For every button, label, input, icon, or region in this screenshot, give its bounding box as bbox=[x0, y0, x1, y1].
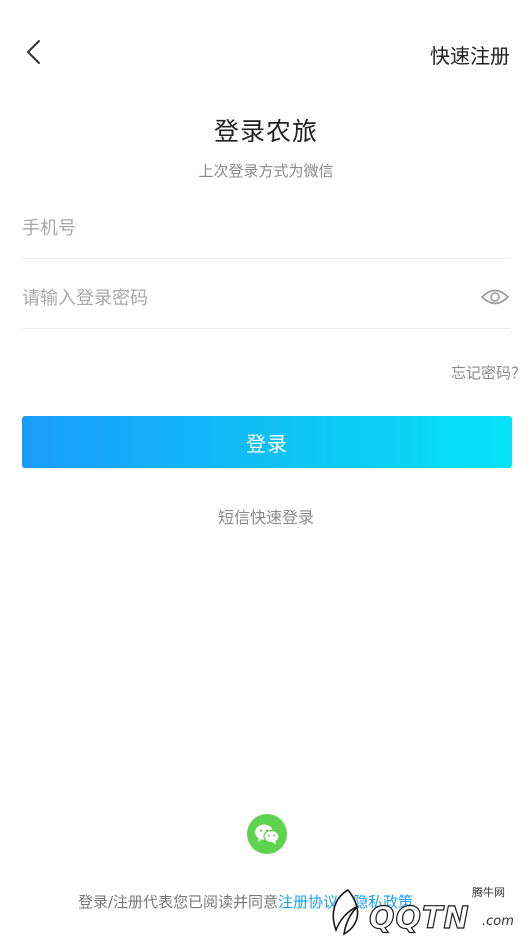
password-field-row bbox=[22, 268, 510, 329]
wechat-login-button[interactable] bbox=[247, 814, 287, 854]
phone-field-row bbox=[22, 198, 510, 259]
login-button[interactable]: 登录 bbox=[22, 416, 512, 468]
top-bar: 快速注册 bbox=[0, 0, 532, 104]
forgot-password-link[interactable]: 忘记密码？ bbox=[451, 362, 526, 383]
watermark-suffix: .com bbox=[482, 914, 514, 929]
page-title: 登录农旅 bbox=[213, 117, 318, 146]
password-visibility-toggle[interactable] bbox=[480, 282, 510, 312]
password-input[interactable] bbox=[22, 268, 462, 328]
agreement-prefix: 登录/注册代表您已阅读并同意 bbox=[78, 893, 279, 911]
agreement-link[interactable]: 注册协议及隐私政策 bbox=[278, 893, 413, 911]
quick-register-link[interactable]: 快速注册 bbox=[430, 40, 510, 69]
sms-login-link[interactable]: 短信快速登录 bbox=[0, 504, 532, 528]
chevron-left-icon bbox=[27, 40, 40, 64]
wechat-icon bbox=[255, 824, 280, 845]
last-login-method: 上次登录方式为微信 bbox=[198, 162, 334, 180]
eye-icon bbox=[480, 289, 510, 305]
watermark-site-name: 腾牛网 bbox=[472, 886, 505, 899]
agreement-text: 登录/注册代表您已阅读并同意注册协议及隐私政策 bbox=[78, 891, 413, 912]
site-watermark: QQTN 腾牛网 .com bbox=[322, 880, 532, 946]
back-button[interactable] bbox=[18, 36, 50, 68]
phone-input[interactable] bbox=[22, 198, 462, 258]
